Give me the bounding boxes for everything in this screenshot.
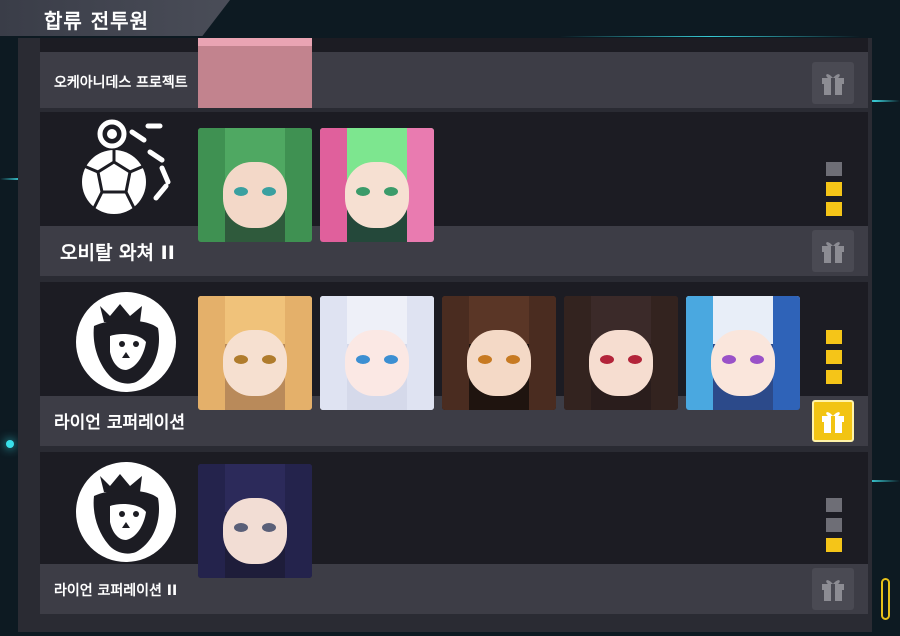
gift-icon [822, 412, 844, 433]
group-row-okeanides[interactable]: 오케아니데스 프로젝트 [40, 38, 868, 108]
lion-corporation-logo-icon [76, 462, 176, 562]
group-name: 오비탈 와쳐 II [60, 242, 175, 264]
group-row-orbital-watcher-ii[interactable]: 오비탈 와쳐 II [40, 112, 868, 276]
member-portrait[interactable] [198, 38, 312, 108]
gift-icon [822, 242, 844, 263]
orbital-watcher-logo-icon [82, 119, 171, 214]
scrollbar-handle[interactable] [881, 578, 890, 620]
progress-pip [826, 498, 842, 512]
gift-button[interactable] [812, 62, 854, 104]
progress-pip [826, 350, 842, 364]
progress-pips [826, 330, 842, 390]
page-title: 합류 전투원 [44, 9, 149, 33]
progress-pip [826, 370, 842, 384]
gift-button[interactable] [812, 230, 854, 272]
group-row-lion-corporation[interactable]: 라이언 코퍼레이션 [40, 282, 868, 446]
member-portrait[interactable] [198, 464, 312, 578]
progress-pip [826, 538, 842, 552]
gift-button[interactable] [812, 568, 854, 610]
progress-pip [826, 330, 842, 344]
progress-pips [826, 162, 842, 222]
gift-icon [822, 74, 844, 95]
progress-pip [826, 518, 842, 532]
group-row-lion-corporation-ii[interactable]: 라이언 코퍼레이션 II [40, 452, 868, 614]
progress-pip [826, 202, 842, 216]
gift-button[interactable] [812, 400, 854, 442]
member-portrait[interactable] [564, 296, 678, 410]
member-portrait[interactable] [320, 296, 434, 410]
member-portrait[interactable] [320, 128, 434, 242]
progress-pip [826, 182, 842, 196]
member-portrait[interactable] [198, 296, 312, 410]
member-portrait[interactable] [686, 296, 800, 410]
group-name: 오케아니데스 프로젝트 [54, 75, 188, 91]
group-name: 라이언 코퍼레이션 [54, 413, 186, 433]
gift-icon [822, 580, 844, 601]
progress-pip [826, 162, 842, 176]
member-portrait[interactable] [198, 128, 312, 242]
progress-pips [826, 498, 842, 558]
member-portrait[interactable] [442, 296, 556, 410]
lion-corporation-logo-icon [76, 292, 176, 392]
group-name: 라이언 코퍼레이션 II [54, 583, 178, 599]
